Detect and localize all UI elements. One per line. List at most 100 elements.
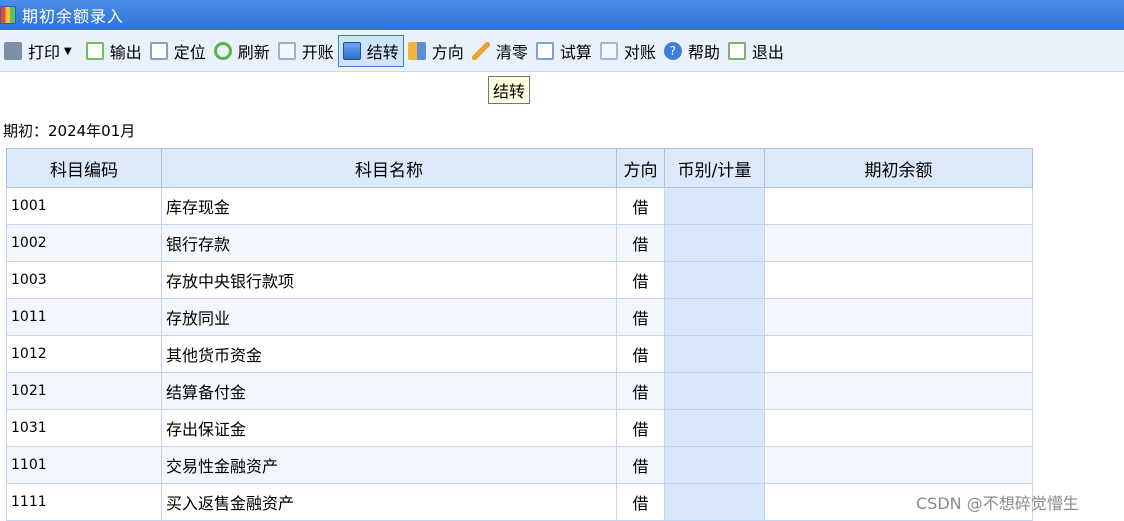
table-row[interactable]: 1021 结算备付金借 — [6, 372, 1033, 410]
account-code-cell: 1021 — [6, 372, 162, 410]
column-header[interactable]: 期初余额 — [764, 148, 1033, 188]
carry-forward-button[interactable]: 结转 — [337, 35, 404, 67]
exit-button[interactable]: 退出 — [724, 35, 788, 67]
balance-table: 科目编码 科目名称 方向 币别/计量 期初余额 1001 库存现金借 1002 银行存… — [6, 148, 1033, 521]
opening-balance-cell[interactable] — [764, 372, 1033, 410]
chevron-down-icon[interactable]: ▼ — [64, 46, 72, 57]
column-header[interactable]: 科目名称 — [161, 148, 617, 188]
table-row[interactable]: 1111 买入返售金融资产借 — [6, 483, 1033, 521]
account-code-cell: 1101 — [6, 446, 162, 484]
carry-forward-icon — [342, 42, 361, 60]
direction-cell: 借 — [616, 261, 665, 299]
account-code-cell: 1012 — [6, 335, 162, 373]
opening-balance-cell[interactable] — [764, 409, 1033, 447]
open-ledger-button[interactable]: 开账 — [274, 35, 338, 67]
direction-cell: 借 — [616, 335, 665, 373]
reconcile-label: 对账 — [623, 43, 656, 62]
open-ledger-icon — [277, 42, 296, 60]
help-icon: ? — [663, 42, 682, 60]
direction-cell: 借 — [616, 483, 665, 521]
reconcile-button[interactable]: 对账 — [596, 35, 660, 67]
account-code-cell: 1011 — [6, 298, 162, 336]
table-header-row: 科目编码 科目名称 方向 币别/计量 期初余额 — [6, 148, 1033, 188]
opening-balance-cell[interactable] — [764, 261, 1033, 299]
direction-cell: 借 — [616, 446, 665, 484]
table-row[interactable]: 1001 库存现金借 — [6, 187, 1033, 225]
help-button[interactable]: ? 帮助 — [660, 35, 724, 67]
account-name-cell: 结算备付金 — [161, 372, 617, 410]
opening-balance-cell[interactable] — [764, 187, 1033, 225]
window-title: 期初余额录入 — [22, 7, 125, 26]
tooltip: 结转 — [488, 76, 531, 104]
table-row[interactable]: 1002 银行存款借 — [6, 224, 1033, 262]
table-row[interactable]: 1031 存出保证金借 — [6, 409, 1033, 447]
account-name-cell: 存放同业 — [161, 298, 617, 336]
toolbar: 打印 ▼ 输出 定位 刷新 开账 结转 方向 清零 试算 对账 ? 帮助 退出 — [0, 31, 1124, 72]
account-name-cell: 交易性金融资产 — [161, 446, 617, 484]
currency-unit-cell[interactable] — [664, 187, 765, 225]
column-header[interactable]: 币别/计量 — [664, 148, 765, 188]
trial-balance-button[interactable]: 试算 — [532, 35, 596, 67]
account-code-cell: 1001 — [6, 187, 162, 225]
period-label: 期初：2024年01月 — [3, 122, 136, 140]
opening-balance-cell[interactable] — [764, 446, 1033, 484]
account-name-cell: 买入返售金融资产 — [161, 483, 617, 521]
opening-balance-cell[interactable] — [764, 224, 1033, 262]
account-name-cell: 存出保证金 — [161, 409, 617, 447]
locate-label: 定位 — [173, 43, 206, 62]
account-code-cell: 1111 — [6, 483, 162, 521]
clear-button[interactable]: 清零 — [468, 35, 532, 67]
export-label: 输出 — [109, 43, 142, 62]
currency-unit-cell[interactable] — [664, 224, 765, 262]
refresh-button[interactable]: 刷新 — [210, 35, 274, 67]
direction-cell: 借 — [616, 372, 665, 410]
opening-balance-cell[interactable] — [764, 335, 1033, 373]
export-icon — [85, 42, 104, 60]
currency-unit-cell[interactable] — [664, 446, 765, 484]
print-label: 打印 — [28, 43, 61, 62]
currency-unit-cell[interactable] — [664, 409, 765, 447]
watermark: CSDN @不想碎觉懵生 — [916, 494, 1079, 513]
currency-unit-cell[interactable] — [664, 483, 765, 521]
locate-icon — [149, 42, 168, 60]
help-label: 帮助 — [687, 43, 720, 62]
direction-cell: 借 — [616, 409, 665, 447]
currency-unit-cell[interactable] — [664, 372, 765, 410]
account-name-cell: 存放中央银行款项 — [161, 261, 617, 299]
account-code-cell: 1002 — [6, 224, 162, 262]
exit-icon — [727, 42, 746, 60]
account-code-cell: 1031 — [6, 409, 162, 447]
currency-unit-cell[interactable] — [664, 261, 765, 299]
column-header[interactable]: 方向 — [616, 148, 665, 188]
direction-button[interactable]: 方向 — [404, 35, 468, 67]
app-icon — [0, 6, 16, 24]
direction-cell: 借 — [616, 298, 665, 336]
exit-label: 退出 — [751, 43, 784, 62]
account-code-cell: 1003 — [6, 261, 162, 299]
refresh-label: 刷新 — [237, 43, 270, 62]
direction-icon — [407, 42, 426, 60]
table-row[interactable]: 1003 存放中央银行款项借 — [6, 261, 1033, 299]
currency-unit-cell[interactable] — [664, 298, 765, 336]
table-row[interactable]: 1011 存放同业借 — [6, 298, 1033, 336]
trial-balance-icon — [535, 42, 554, 60]
table-row[interactable]: 1101 交易性金融资产借 — [6, 446, 1033, 484]
export-button[interactable]: 输出 — [82, 35, 146, 67]
column-header[interactable]: 科目编码 — [6, 148, 162, 188]
opening-balance-cell[interactable] — [764, 298, 1033, 336]
locate-button[interactable]: 定位 — [146, 35, 210, 67]
account-name-cell: 库存现金 — [161, 187, 617, 225]
direction-label: 方向 — [431, 43, 464, 62]
account-name-cell: 银行存款 — [161, 224, 617, 262]
trial-balance-label: 试算 — [559, 43, 592, 62]
carry-forward-label: 结转 — [366, 43, 399, 62]
print-button[interactable]: 打印 ▼ — [0, 35, 82, 67]
refresh-icon — [213, 42, 232, 60]
title-bar: 期初余额录入 — [0, 0, 1124, 30]
direction-cell: 借 — [616, 187, 665, 225]
account-name-cell: 其他货币资金 — [161, 335, 617, 373]
table-row[interactable]: 1012 其他货币资金借 — [6, 335, 1033, 373]
clear-icon — [471, 42, 490, 60]
currency-unit-cell[interactable] — [664, 335, 765, 373]
printer-icon — [4, 42, 22, 60]
